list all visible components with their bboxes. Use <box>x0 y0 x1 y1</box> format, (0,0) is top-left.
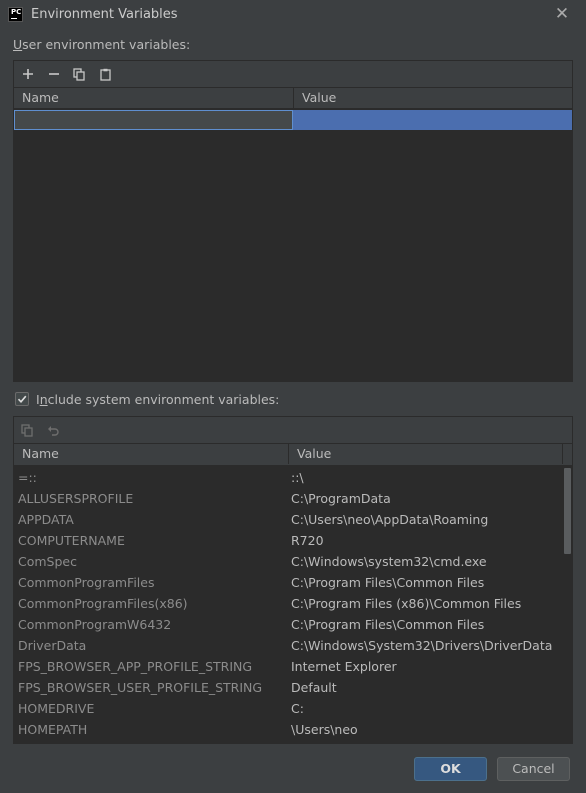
system-toolbar <box>14 417 572 443</box>
include-system-checkbox[interactable] <box>15 392 29 406</box>
remove-icon[interactable] <box>44 64 64 84</box>
table-row[interactable]: CommonProgramFiles(x86) C:\Program Files … <box>14 593 562 614</box>
row-value: \Users\neo <box>291 722 358 737</box>
table-row[interactable]: APPDATA C:\Users\neo\AppData\Roaming <box>14 509 562 530</box>
row-name: HOMEDRIVE <box>18 701 95 716</box>
row-value: C: <box>291 701 304 716</box>
table-row[interactable]: ALLUSERSPROFILE C:\ProgramData <box>14 488 562 509</box>
table-row[interactable]: FPS_BROWSER_APP_PROFILE_STRING Internet E… <box>14 656 562 677</box>
close-icon[interactable]: ✕ <box>552 4 572 24</box>
scrollbar-thumb[interactable] <box>564 468 571 554</box>
table-row[interactable]: CommonProgramW6432 C:\Program Files\Commo… <box>14 614 562 635</box>
user-toolbar <box>14 61 572 87</box>
row-value: Default <box>291 680 337 695</box>
vertical-scrollbar[interactable] <box>562 466 572 743</box>
table-row[interactable]: FPS_BROWSER_USER_PROFILE_STRING Default <box>14 677 562 698</box>
user-env-vars-label: User environment variables: <box>13 37 190 52</box>
row-name: APPDATA <box>18 512 74 527</box>
include-system-label: Include system environment variables: <box>36 392 279 407</box>
user-table-body[interactable] <box>14 109 572 381</box>
add-icon[interactable] <box>18 64 38 84</box>
window-title: Environment Variables <box>31 7 178 22</box>
row-name: CommonProgramW6432 <box>18 617 172 632</box>
row-name: CommonProgramFiles <box>18 575 155 590</box>
cancel-button[interactable]: Cancel <box>497 757 570 781</box>
table-row[interactable]: HOMEPATH \Users\neo <box>14 719 562 740</box>
paste-icon[interactable] <box>95 64 115 84</box>
copy-icon[interactable] <box>69 64 89 84</box>
user-label-rest: ser environment variables: <box>22 37 191 52</box>
table-row[interactable]: DriverData C:\Windows\System32\Drivers\Dr… <box>14 635 562 656</box>
include-label-mnemonic: n <box>39 391 48 407</box>
row-name: COMPUTERNAME <box>18 533 125 548</box>
row-value: C:\Windows\system32\cmd.exe <box>291 554 487 569</box>
row-value: C:\Program Files (x86)\Common Files <box>291 596 522 611</box>
row-name: DriverData <box>18 638 87 653</box>
column-header-value[interactable]: Value <box>289 444 562 464</box>
row-value: C:\Program Files\Common Files <box>291 617 485 632</box>
pycharm-logo-icon: PC <box>8 7 23 22</box>
row-value: C:\ProgramData <box>291 491 391 506</box>
table-row[interactable]: =::::\ <box>14 467 562 488</box>
row-name: FPS_BROWSER_APP_PROFILE_STRING <box>18 659 253 674</box>
row-value: Internet Explorer <box>291 659 397 674</box>
column-header-name[interactable]: Name <box>14 88 293 108</box>
row-name: =:: <box>18 470 37 485</box>
name-cell-editor[interactable] <box>14 110 293 130</box>
table-row[interactable]: CommonProgramFiles C:\Program Files\Commo… <box>14 572 562 593</box>
row-value: C:\Windows\System32\Drivers\DriverData <box>291 638 553 653</box>
row-name: FPS_BROWSER_USER_PROFILE_STRING <box>18 680 263 695</box>
ok-button[interactable]: OK <box>414 757 487 781</box>
system-table-body[interactable]: =::::\ALLUSERSPROFILE C:\ProgramDataAPPDA… <box>14 466 572 743</box>
checkmark-icon <box>17 395 27 403</box>
user-env-vars-panel: Name Value <box>13 60 573 382</box>
row-name: ComSpec <box>18 554 77 569</box>
column-divider <box>562 444 563 464</box>
table-row[interactable]: ComSpec C:\Windows\system32\cmd.exe <box>14 551 562 572</box>
title-bar: PC Environment Variables ✕ <box>0 0 586 30</box>
system-env-vars-panel: Name Value =::::\ ALLUSERSPROFILE C:\Progr… <box>13 416 573 744</box>
row-value: C:\Program Files\Common Files <box>291 575 485 590</box>
table-row[interactable]: COMPUTERNAME R720 <box>14 530 562 551</box>
copy-icon-disabled[interactable] <box>17 420 37 440</box>
user-table-header: Name Value <box>14 87 572 109</box>
row-value: C:\Users\neo\AppData\Roaming <box>291 512 489 527</box>
selected-row[interactable] <box>14 110 572 130</box>
column-header-value[interactable]: Value <box>294 88 572 108</box>
user-label-mnemonic: U <box>13 37 23 52</box>
column-header-name[interactable]: Name <box>14 444 288 464</box>
row-name: HOMEPATH <box>18 722 88 737</box>
row-name: ALLUSERSPROFILE <box>18 491 134 506</box>
undo-icon[interactable] <box>43 420 63 440</box>
row-name: CommonProgramFiles(x86) <box>18 596 188 611</box>
system-table-header: Name Value <box>14 443 572 466</box>
table-row[interactable]: HOMEDRIVE C: <box>14 698 562 719</box>
row-value: R720 <box>291 533 324 548</box>
include-system-vars-row[interactable]: Include system environment variables: <box>15 391 279 407</box>
include-label-rest: clude system environment variables: <box>47 391 280 407</box>
row-value: ::\ <box>291 470 304 485</box>
